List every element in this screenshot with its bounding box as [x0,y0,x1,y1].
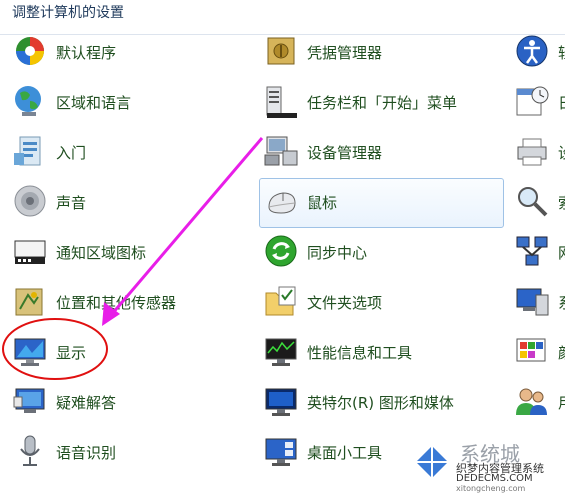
item-label: 位置和其他传感器 [56,294,177,312]
item-label: 同步中心 [307,244,368,262]
network-icon [514,233,550,269]
system-icon [514,283,550,319]
control-panel-item-default-programs[interactable]: 默认程序 [12,33,242,77]
control-panel-item-system[interactable]: 系 [514,283,565,327]
credential-vault-icon [263,33,299,69]
item-label: 显示 [56,344,87,362]
control-panel-item-taskbar-start-menu[interactable]: 任务栏和「开始」菜单 [263,83,503,127]
troubleshooting-icon [12,383,48,419]
item-label: 任务栏和「开始」菜单 [307,94,458,112]
control-panel-item-sound[interactable]: 声音 [12,183,242,227]
item-label: 用 [558,392,565,413]
watermark: 系统城 织梦内容管理系统 DEDECMS.COM xitongcheng.com [412,440,565,493]
sync-icon [263,233,299,269]
control-panel-item-region-language[interactable]: 区域和语言 [12,83,242,127]
notification-area-icon [12,233,48,269]
display-icon [12,333,48,369]
control-panel-item-user-accounts[interactable]: 用 [514,383,565,427]
item-label: 桌面小工具 [307,444,383,462]
control-panel-item-troubleshooting[interactable]: 疑难解答 [12,383,242,427]
header: 调整计算机的设置 [0,0,565,36]
item-label: 默认程序 [56,44,117,62]
color-management-icon [514,333,550,369]
item-label: 轻 [558,42,565,63]
item-label: 凭据管理器 [307,44,383,62]
control-panel-item-performance[interactable]: 性能信息和工具 [263,333,503,377]
item-label: 语音识别 [56,444,117,462]
control-panel-item-date-time[interactable]: 日 [514,83,565,127]
control-panel-item-device-manager[interactable]: 设备管理器 [263,133,503,177]
control-panel-item-speech-recognition[interactable]: 语音识别 [12,433,242,477]
item-label: 设备管理器 [307,144,383,162]
item-label: 区域和语言 [56,94,132,112]
item-label: 通知区域图标 [56,244,147,262]
devices-printers-icon [514,133,550,169]
item-label: 颜 [558,342,565,363]
item-label: 性能信息和工具 [307,344,413,362]
item-label: 索 [558,192,565,213]
item-label: 文件夹选项 [307,294,383,312]
watermark-cms-url: DEDECMS.COM [456,473,533,484]
control-panel-item-getting-started[interactable]: 入门 [12,133,242,177]
item-label: 日 [558,92,565,113]
control-panel-item-sync-center[interactable]: 同步中心 [263,233,503,277]
user-accounts-icon [514,383,550,419]
indexing-icon [514,183,550,219]
control-panel-item-credential-manager[interactable]: 凭据管理器 [263,33,503,77]
date-time-icon [514,83,550,119]
control-panel-item-indexing[interactable]: 索 [514,183,565,227]
control-panel-item-display[interactable]: 显示 [12,333,242,377]
item-label: 鼠标 [307,194,338,212]
control-panel-item-notification-icons[interactable]: 通知区域图标 [12,233,242,277]
speaker-icon [12,183,48,219]
item-label: 系 [558,292,565,313]
control-panel-item-network[interactable]: 网 [514,233,565,277]
item-label: 网 [558,242,565,263]
default-programs-icon [12,33,48,69]
item-label: 英特尔(R) 图形和媒体 [307,394,454,412]
control-panel-item-mouse[interactable]: 鼠标 [263,183,503,227]
device-manager-icon [263,133,299,169]
item-label: 入门 [56,144,87,162]
page-title: 调整计算机的设置 [12,5,124,21]
control-panel-item-location-sensors[interactable]: 位置和其他传感器 [12,283,242,327]
item-label: 声音 [56,194,87,212]
control-panel-item-color-management[interactable]: 颜 [514,333,565,377]
performance-icon [263,333,299,369]
globe-icon [12,83,48,119]
control-panel-item-folder-options[interactable]: 文件夹选项 [263,283,503,327]
windows-logo-icon [416,446,448,478]
gadgets-icon [263,433,299,469]
ease-of-access-icon [514,33,550,69]
sensors-icon [12,283,48,319]
taskbar-icon [263,83,299,119]
item-label: 设 [558,142,565,163]
mouse-icon [263,183,299,219]
folder-options-icon [263,283,299,319]
control-panel-item-ease-of-access[interactable]: 轻 [514,33,565,77]
intel-graphics-icon [263,383,299,419]
item-label: 疑难解答 [56,394,117,412]
control-panel-item-intel-graphics[interactable]: 英特尔(R) 图形和媒体 [263,383,503,427]
control-panel-item-devices-printers[interactable]: 设 [514,133,565,177]
microphone-icon [12,433,48,469]
getting-started-icon [12,133,48,169]
